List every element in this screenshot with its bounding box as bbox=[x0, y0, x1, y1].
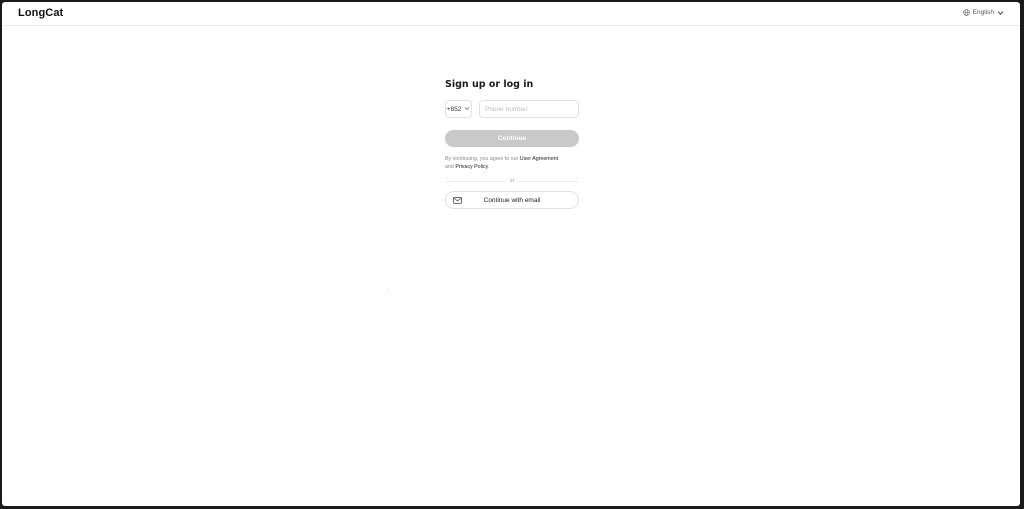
phone-number-input[interactable] bbox=[479, 100, 579, 118]
or-divider: or bbox=[445, 177, 579, 185]
terms-and: and bbox=[445, 164, 456, 170]
logo[interactable]: LongCat bbox=[18, 7, 63, 19]
language-selector[interactable]: English bbox=[962, 9, 1004, 16]
continue-button[interactable]: Continue bbox=[445, 130, 579, 147]
privacy-policy-link[interactable]: Privacy Policy bbox=[455, 164, 488, 170]
stray-pixel bbox=[388, 289, 389, 290]
language-label: English bbox=[972, 9, 994, 16]
terms-text: By continuing, you agree to our User Agr… bbox=[445, 155, 579, 171]
globe-icon bbox=[962, 9, 970, 16]
continue-with-email-button[interactable]: Continue with email bbox=[445, 191, 579, 209]
chevron-down-icon bbox=[997, 10, 1004, 16]
page-title: Sign up or log in bbox=[445, 79, 534, 90]
country-code-value: +852 bbox=[446, 105, 462, 113]
browser-window: LongCat English Sign up or log in +852 P… bbox=[2, 2, 1020, 506]
phone-row: +852 bbox=[445, 100, 579, 118]
terms-suffix: . bbox=[487, 164, 490, 170]
terms-prefix: By continuing, you agree to our bbox=[445, 156, 520, 162]
divider-text: or bbox=[505, 177, 519, 185]
chevron-down-icon bbox=[464, 106, 470, 113]
mail-icon bbox=[453, 197, 462, 206]
country-code-select[interactable]: +852 bbox=[445, 100, 472, 118]
top-bar: LongCat English bbox=[2, 2, 1020, 26]
auth-panel: Sign up or log in +852 Continue By conti… bbox=[445, 78, 579, 209]
user-agreement-link[interactable]: User Agreement bbox=[520, 156, 558, 162]
email-button-label: Continue with email bbox=[483, 196, 541, 204]
